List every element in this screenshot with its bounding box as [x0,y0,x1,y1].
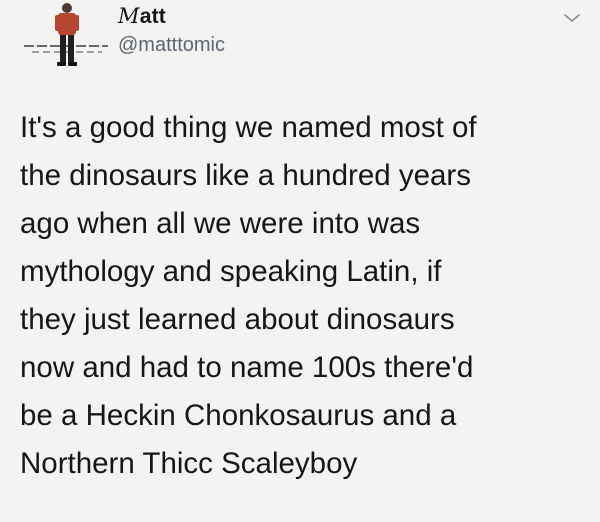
tweet-text-line: It's a good thing we named most of [20,111,477,144]
author-display-name[interactable]: Matt [118,4,166,29]
tweet-card: Matt @matttomic It's a good thing we nam… [0,0,600,522]
tweet-text-line: ago when all we were into was [20,207,421,240]
tweet-text-line: the dinosaurs like a hundred years [20,159,471,192]
tweet-text-line: be a Heckin Chonkosaurus and a [20,399,457,432]
tweet-text-line: now and had to name 100s there'd [20,351,474,384]
author-handle[interactable]: @matttomic [118,34,225,57]
tweet-text-line: Northern Thicc Scaleyboy [20,447,358,480]
tweet-text-line: mythology and speaking Latin, if [20,255,442,288]
avatar[interactable] [22,2,110,76]
tweet-text-line: they just learned about dinosaurs [20,303,455,336]
display-name-rest: att [139,5,166,28]
tweet-menu-button[interactable] [560,6,584,30]
chevron-down-icon [564,14,580,22]
tweet-text: It's a good thing we named most of the d… [20,104,586,488]
display-name-initial: M [118,4,140,28]
avatar-figure-icon [24,3,108,66]
